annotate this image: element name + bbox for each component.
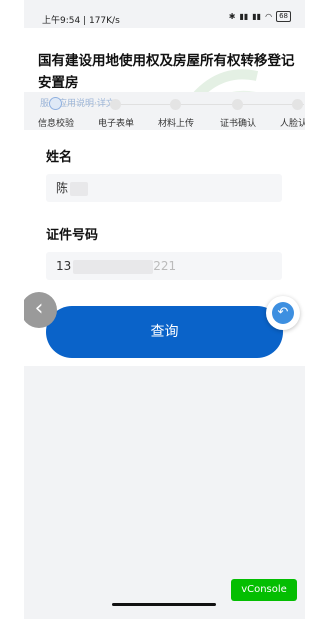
step-dot-1	[49, 97, 62, 110]
reply-icon: ↶	[272, 302, 294, 324]
page-title: 国有建设用地使用权及房屋所有权转移登记安置房	[38, 53, 295, 91]
status-bar: 上午9:54 | 177K/s ✱ ▮▮ ▮▮ ◠ 68	[24, 8, 305, 28]
masked-text	[73, 259, 154, 274]
name-value: 陈	[56, 181, 69, 195]
query-button[interactable]: 查询	[46, 306, 283, 358]
bluetooth-icon: ✱	[228, 12, 236, 21]
battery-icon: 68	[276, 11, 291, 22]
status-icons: ✱ ▮▮ ▮▮ ◠ 68	[229, 11, 291, 22]
page-header: 国有建设用地使用权及房屋所有权转移登记安置房	[24, 28, 305, 123]
step-label-3: 材料上传	[158, 119, 195, 129]
share-float-button[interactable]: ↶	[266, 296, 300, 330]
step-dot-4	[232, 99, 243, 110]
status-time: 上午9:54 | 177K/s	[42, 16, 120, 26]
id-value-tail: 221	[153, 259, 177, 273]
signal-icon: ▮▮	[239, 12, 249, 21]
name-field[interactable]: 陈	[46, 174, 282, 202]
id-value: 13	[56, 259, 72, 273]
name-label: 姓名	[46, 150, 73, 165]
step-label-5: 人脸认	[280, 119, 305, 129]
signal-icon-2: ▮▮	[252, 12, 262, 21]
step-progress: 服务应用说明·详文 信息校验 电子表单 材料上传 证书确认 人脸认	[24, 92, 305, 130]
app-screen: 上午9:54 | 177K/s ✱ ▮▮ ▮▮ ◠ 68 国有建设用地使用权及房…	[24, 0, 305, 619]
step-label-1: 信息校验	[38, 119, 75, 129]
id-number-field[interactable]: 13 221	[46, 252, 282, 280]
step-dot-2	[110, 99, 121, 110]
step-dot-3	[170, 99, 181, 110]
wifi-icon: ◠	[265, 12, 273, 21]
vconsole-button[interactable]: vConsole	[231, 579, 297, 601]
chevron-left-icon: ‹	[34, 296, 44, 321]
step-label-4: 证书确认	[220, 119, 257, 129]
id-label: 证件号码	[46, 228, 99, 243]
step-dot-5	[292, 99, 303, 110]
home-indicator	[112, 603, 216, 606]
step-label-2: 电子表单	[98, 119, 135, 129]
masked-text	[70, 181, 89, 196]
